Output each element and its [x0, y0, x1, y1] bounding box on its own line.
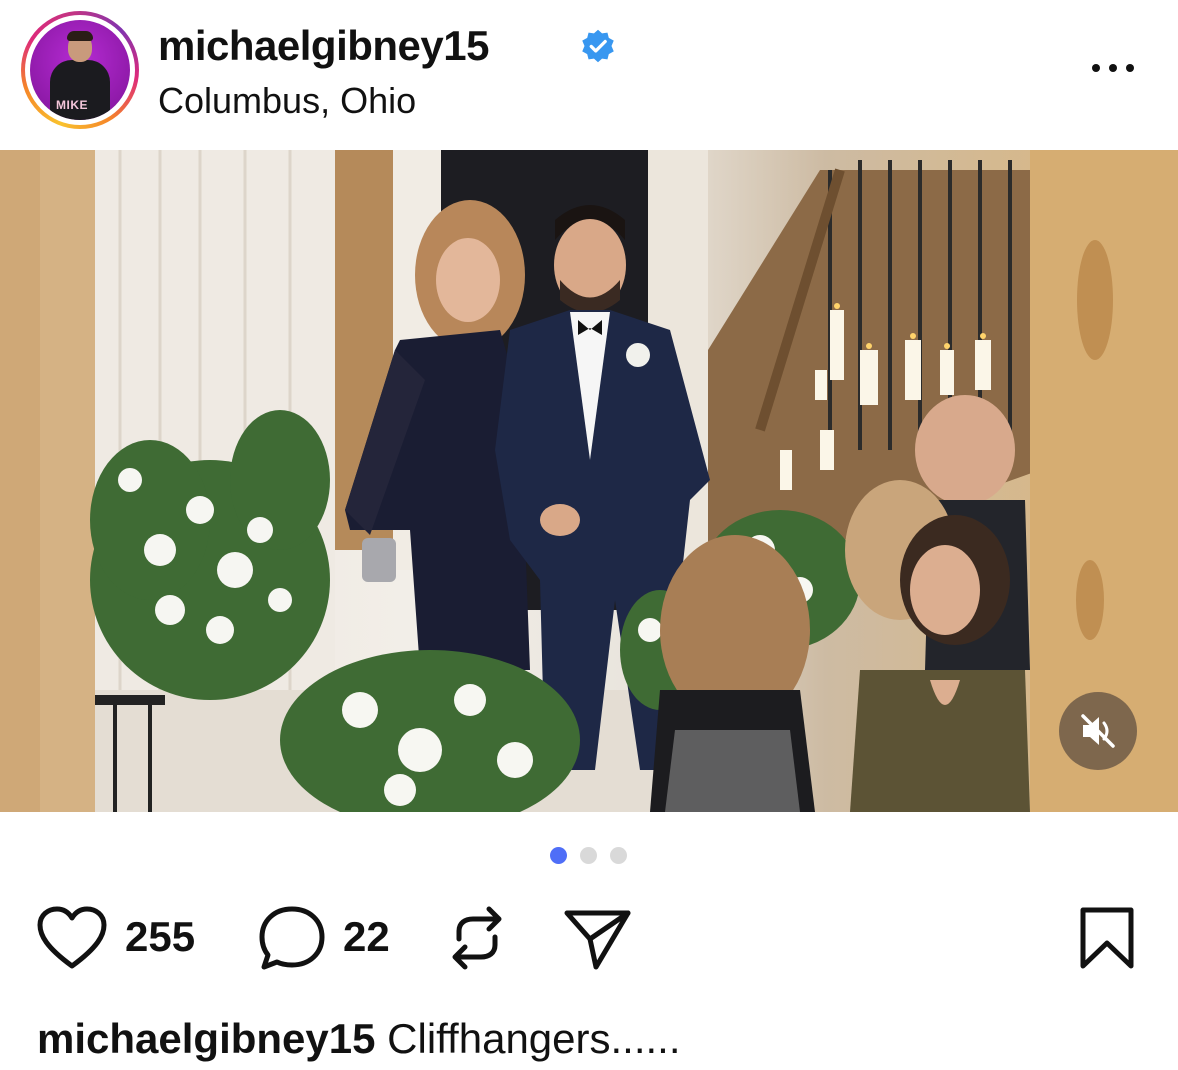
post-username[interactable]: michaelgibney15	[158, 22, 489, 70]
repost-icon[interactable]	[445, 903, 509, 973]
heart-icon[interactable]	[36, 905, 108, 971]
more-horizontal-icon[interactable]	[1085, 50, 1141, 86]
avatar-tag: MIKE	[56, 98, 88, 112]
send-icon[interactable]	[562, 905, 634, 971]
speaker-muted-icon	[1081, 714, 1115, 748]
mute-toggle-button[interactable]	[1059, 692, 1137, 770]
post-location[interactable]: Columbus, Ohio	[158, 80, 416, 122]
post-caption: michaelgibney15 Cliffhangers......	[37, 1015, 681, 1063]
avatar-image: MIKE	[30, 20, 130, 120]
carousel-indicator	[550, 847, 630, 865]
caption-username[interactable]: michaelgibney15	[37, 1015, 375, 1062]
comment-bubble-icon[interactable]	[256, 903, 328, 973]
action-bar: 255 22	[0, 895, 1178, 985]
media-illustration	[0, 150, 1178, 812]
comment-count[interactable]: 22	[343, 913, 390, 961]
bookmark-icon[interactable]	[1078, 905, 1136, 971]
post-header: MIKE michaelgibney15 Columbus, Ohio	[0, 0, 1178, 150]
carousel-dot-active	[550, 847, 567, 864]
like-count[interactable]: 255	[125, 913, 195, 961]
carousel-dot	[610, 847, 627, 864]
carousel-dot	[580, 847, 597, 864]
profile-avatar[interactable]: MIKE	[21, 11, 139, 129]
post-media[interactable]	[0, 150, 1178, 812]
verified-badge-icon	[582, 29, 614, 63]
caption-text: Cliffhangers......	[387, 1015, 681, 1062]
